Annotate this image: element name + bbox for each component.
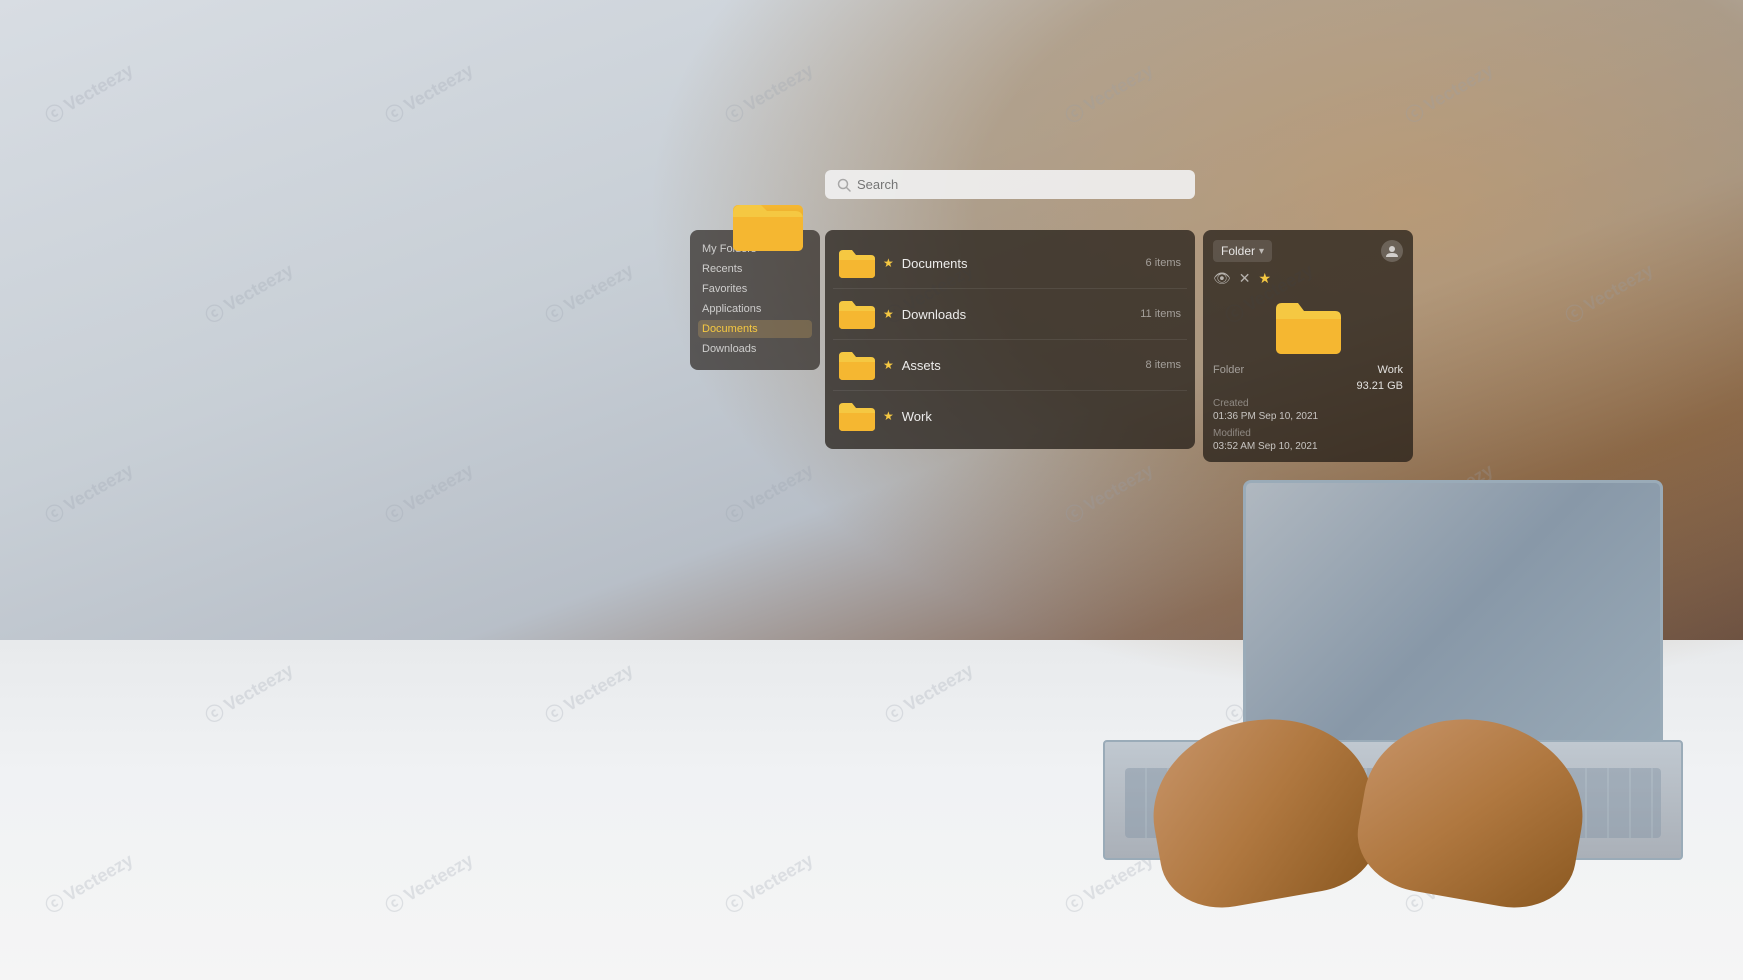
sidebar-item-recents[interactable]: Recents [698, 260, 812, 278]
detail-header-row: Folder ▾ [1213, 240, 1403, 262]
sidebar-item-downloads[interactable]: Downloads [698, 340, 812, 358]
file-count-documents: 6 items [1146, 257, 1181, 269]
file-name-documents: Documents [902, 256, 1138, 271]
close-icon[interactable]: ✕ [1239, 270, 1251, 287]
folder-icon-documents [839, 248, 875, 278]
ui-overlay: My Folders Recents Favorites Application… [690, 200, 1310, 580]
detail-created-value: 01:36 PM Sep 10, 2021 [1213, 411, 1403, 422]
star-active-icon[interactable]: ★ [1259, 270, 1272, 287]
search-bar [825, 170, 1195, 199]
search-icon [837, 178, 851, 192]
folder-icon-assets [839, 350, 875, 380]
file-count-assets: 8 items [1146, 359, 1181, 371]
file-row-documents[interactable]: ★ Documents 6 items [833, 238, 1187, 289]
file-name-assets: Assets [902, 358, 1138, 373]
eye-icon[interactable]: 👁 [1213, 270, 1231, 287]
search-input-container[interactable] [825, 170, 1195, 199]
sidebar-item-applications[interactable]: Applications [698, 300, 812, 318]
file-count-downloads: 11 items [1140, 308, 1181, 320]
detail-row-size: 93.21 GB [1213, 380, 1403, 392]
folder-dropdown[interactable]: Folder ▾ [1213, 240, 1272, 262]
detail-size-value: 93.21 GB [1357, 380, 1403, 392]
star-icon-work: ★ [883, 409, 894, 423]
big-folder-icon [733, 195, 803, 251]
user-avatar[interactable] [1381, 240, 1403, 262]
detail-panel: Folder ▾ 👁 ✕ ★ [1203, 230, 1413, 462]
sidebar-item-favorites[interactable]: Favorites [698, 280, 812, 298]
file-list-panel: ★ Documents 6 items ★ Downloads 11 items [825, 230, 1195, 449]
sidebar-item-documents[interactable]: Documents [698, 320, 812, 338]
chevron-down-icon: ▾ [1259, 246, 1264, 257]
detail-folder-large [1213, 299, 1403, 354]
hands-area [1123, 650, 1623, 900]
folder-icon-work [839, 401, 875, 431]
detail-row-type: Folder Work [1213, 364, 1403, 376]
file-row-assets[interactable]: ★ Assets 8 items [833, 340, 1187, 391]
detail-info: Folder Work 93.21 GB Created 01:36 PM Se… [1213, 364, 1403, 452]
folder-icon-downloads [839, 299, 875, 329]
action-icons-row: 👁 ✕ ★ [1213, 270, 1403, 287]
file-name-downloads: Downloads [902, 307, 1132, 322]
detail-modified-value: 03:52 AM Sep 10, 2021 [1213, 441, 1403, 452]
file-name-work: Work [902, 409, 1173, 424]
detail-created-label: Created [1213, 398, 1403, 409]
detail-type-label: Folder [1213, 364, 1244, 376]
folder-dropdown-label: Folder [1221, 244, 1255, 258]
star-icon-assets: ★ [883, 358, 894, 372]
star-icon-documents: ★ [883, 256, 894, 270]
left-hand [1139, 702, 1387, 917]
right-hand [1349, 702, 1597, 917]
search-input[interactable] [857, 177, 1183, 192]
file-row-downloads[interactable]: ★ Downloads 11 items [833, 289, 1187, 340]
star-icon-downloads: ★ [883, 307, 894, 321]
file-row-work[interactable]: ★ Work [833, 391, 1187, 441]
detail-modified-label: Modified [1213, 428, 1403, 439]
detail-type-value: Work [1378, 364, 1403, 376]
